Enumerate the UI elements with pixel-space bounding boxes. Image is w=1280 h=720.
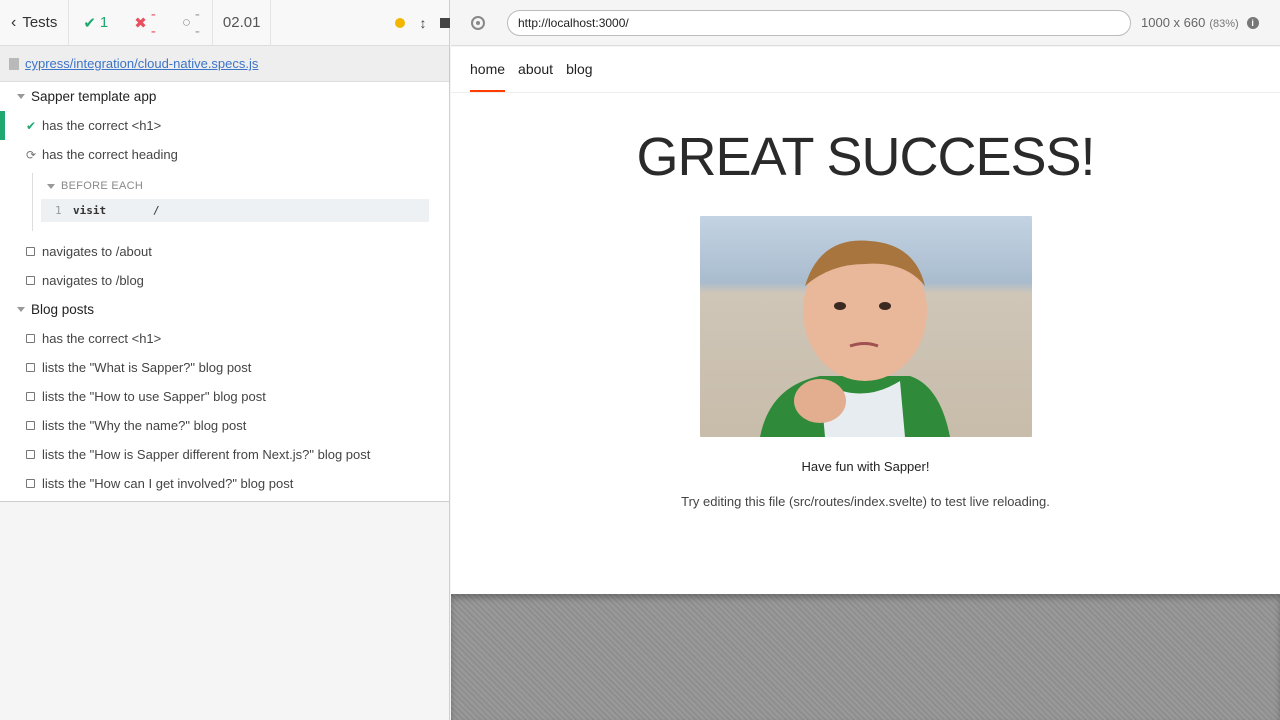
url-bar: http://localhost:3000/ 1000 x 660 (83%) i [451, 0, 1280, 46]
hook-title-text: BEFORE EACH [61, 180, 144, 192]
app-nav: home about blog [451, 47, 1280, 93]
refresh-icon: ⟳ [26, 147, 37, 162]
tests-button[interactable]: ‹ Tests [0, 0, 70, 46]
url-text: http://localhost:3000/ [518, 15, 629, 30]
test-title: lists the "How can I get involved?" blog… [42, 476, 294, 491]
nav-home[interactable]: home [470, 46, 506, 92]
suite-title-text: Blog posts [31, 302, 95, 317]
nav-blog[interactable]: blog [566, 46, 592, 92]
resize-vertical-icon[interactable]: ↕ [419, 15, 426, 31]
app-iframe: home about blog GREAT SUCCESS! Have fun … [451, 47, 1280, 594]
test-item[interactable]: lists the "Why the name?" blog post [0, 411, 449, 440]
suite-title[interactable]: Blog posts [0, 295, 449, 324]
app-under-test-panel: http://localhost:3000/ 1000 x 660 (83%) i… [451, 0, 1280, 720]
controls: ↕ [271, 0, 468, 46]
caret-down-icon [47, 183, 55, 189]
test-item[interactable]: ⟳ has the correct heading [0, 140, 449, 169]
duration: 02.01 [211, 0, 272, 46]
test-item[interactable]: lists the "How to use Sapper" blog post [0, 382, 449, 411]
nav-about[interactable]: about [518, 46, 553, 92]
suite-title-text: Sapper template app [31, 89, 157, 104]
test-item[interactable]: navigates to /blog [0, 266, 449, 295]
square-icon [26, 363, 35, 372]
app-main: GREAT SUCCESS! Have fun with Sapper! Try… [451, 126, 1280, 509]
stats: ✔ 1 ✖ -- ○ -- [69, 0, 212, 46]
failed-count: ✖ -- [120, 6, 168, 40]
test-title: navigates to /about [42, 244, 152, 259]
test-title: has the correct <h1> [42, 118, 162, 133]
hook-title[interactable]: BEFORE EACH [41, 173, 429, 199]
test-title: navigates to /blog [42, 273, 144, 288]
failed-value: -- [150, 5, 156, 40]
info-icon[interactable]: i [1246, 16, 1259, 29]
spec-path-link[interactable]: cypress/integration/cloud-native.specs.j… [25, 56, 258, 71]
command-message: / [153, 204, 160, 217]
square-icon [26, 276, 35, 285]
caret-down-icon [17, 307, 25, 312]
check-icon: ✔ [26, 118, 37, 133]
stop-icon[interactable] [440, 17, 451, 28]
x-icon: ✖ [134, 14, 147, 32]
reporter-panel: ‹ Tests ✔ 1 ✖ -- ○ -- 02.01 ↕ cypress/in… [0, 0, 451, 720]
test-title: lists the "How to use Sapper" blog post [42, 389, 266, 404]
test-item[interactable]: ✔ has the correct <h1> [0, 111, 449, 140]
test-title: has the correct heading [42, 147, 178, 162]
command-number: 1 [55, 204, 62, 217]
runnables-list: Sapper template app ✔ has the correct <h… [0, 82, 449, 502]
square-icon [26, 334, 35, 343]
caption-text: Have fun with Sapper! [801, 459, 930, 474]
success-kid-image [699, 216, 1032, 437]
test-item[interactable]: lists the "What is Sapper?" blog post [0, 353, 449, 382]
chevron-left-icon: ‹ [11, 13, 17, 31]
square-icon [26, 479, 35, 488]
viewport-scale: (83%) [1209, 18, 1239, 30]
test-title: lists the "How is Sapper different from … [42, 447, 371, 462]
test-title: lists the "What is Sapper?" blog post [42, 360, 252, 375]
passed-value: 1 [99, 14, 109, 31]
passed-count: ✔ 1 [69, 14, 120, 32]
test-title: lists the "Why the name?" blog post [42, 418, 247, 433]
pending-value: -- [194, 5, 200, 40]
test-item[interactable]: has the correct <h1> [0, 324, 449, 353]
command-name: visit [73, 204, 107, 217]
viewport-size: 1000 x 660 (83%) [1141, 15, 1239, 30]
page-title: GREAT SUCCESS! [636, 127, 1095, 187]
test-item[interactable]: navigates to /about [0, 237, 449, 266]
selector-playground-icon[interactable] [471, 15, 485, 30]
square-icon [26, 421, 35, 430]
hint-text: Try editing this file (src/routes/index.… [681, 494, 1050, 509]
square-icon [26, 392, 35, 401]
running-indicator-icon [395, 17, 406, 28]
file-icon [9, 57, 19, 70]
pending-count: ○ -- [168, 6, 212, 40]
test-title: has the correct <h1> [42, 331, 162, 346]
square-icon [26, 450, 35, 459]
test-item[interactable]: lists the "How is Sapper different from … [0, 440, 449, 469]
url-input[interactable]: http://localhost:3000/ [507, 9, 1131, 36]
square-icon [26, 247, 35, 256]
viewport-dimensions: 1000 x 660 [1141, 15, 1206, 30]
viewport-background [451, 594, 1280, 720]
test-item[interactable]: lists the "How can I get involved?" blog… [0, 469, 449, 498]
spec-bar: cypress/integration/cloud-native.specs.j… [0, 46, 449, 82]
tests-label: Tests [22, 14, 58, 31]
caret-down-icon [17, 94, 25, 99]
check-icon: ✔ [83, 14, 96, 32]
command-row[interactable]: 1 visit / [41, 199, 429, 222]
suite-title[interactable]: Sapper template app [0, 82, 449, 111]
reporter-header: ‹ Tests ✔ 1 ✖ -- ○ -- 02.01 ↕ [0, 0, 451, 46]
hook-block: BEFORE EACH 1 visit / [32, 173, 429, 231]
circle-icon: ○ [181, 14, 191, 31]
